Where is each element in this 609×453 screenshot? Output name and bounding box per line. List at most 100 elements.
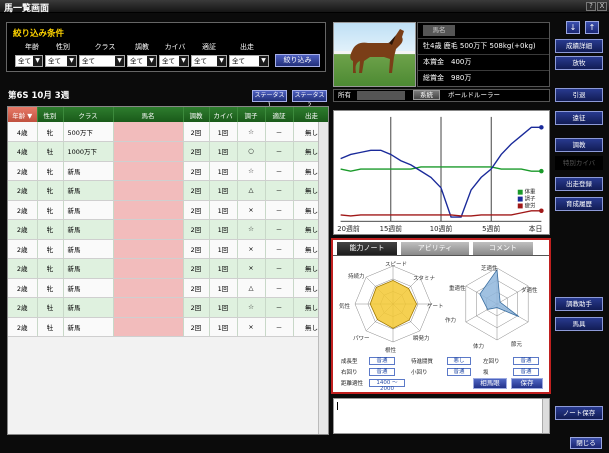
- sire-eye-button[interactable]: 相馬眼: [473, 378, 507, 389]
- table-cell-age: 2歳: [8, 239, 38, 259]
- arrow-down-icon[interactable]: ↓: [566, 21, 580, 34]
- table-cell-class: 新馬: [63, 219, 114, 240]
- tab-ability[interactable]: アビリティ: [401, 242, 469, 255]
- table-cell-class: 新馬: [63, 180, 114, 201]
- table-cell-age: 4歳: [8, 141, 38, 162]
- filter-select-entry[interactable]: 全て ▼: [229, 55, 269, 67]
- owner-row: 所有 系統 ボールドルーラー: [333, 89, 550, 102]
- table-row[interactable]: 2歳牝新馬 2回 1回 △ －無し: [8, 180, 328, 201]
- table-cell-feed: 1回: [209, 278, 238, 298]
- header-entry[interactable]: 出走: [293, 107, 328, 122]
- table-row[interactable]: 2歳牡新馬 2回 1回 ☆ －無し: [8, 297, 328, 318]
- radar1-label: 根性: [385, 348, 397, 354]
- table-row[interactable]: 2歳牡新馬 2回 1回 × －無し: [8, 317, 328, 337]
- tab-ability-note[interactable]: 能力ノート: [337, 242, 397, 255]
- trait-left-label: 左回り: [483, 359, 500, 365]
- table-cell-training: 2回: [183, 278, 210, 298]
- radar1-label: スピード: [385, 262, 408, 268]
- header-age[interactable]: 年齢 ▼: [8, 107, 38, 122]
- comment-input[interactable]: [333, 398, 550, 434]
- title-bar: 馬一覧画面 ? X: [0, 0, 609, 14]
- radar1-label: ゲート: [427, 304, 444, 310]
- save-note-button[interactable]: 保存: [511, 378, 543, 389]
- filter-label-age: 年齢: [25, 43, 39, 51]
- header-class[interactable]: クラス: [63, 107, 114, 122]
- table-cell-training: 2回: [183, 219, 210, 240]
- arrow-up-icon[interactable]: ↑: [585, 21, 599, 34]
- menu-race-entry[interactable]: 出走登録: [555, 177, 603, 191]
- filter-apply-button[interactable]: 絞り込み: [275, 54, 320, 67]
- menu-record-detail[interactable]: 成績詳細: [555, 39, 603, 53]
- chevron-down-icon: ▼: [67, 56, 76, 66]
- radar-value-area: [479, 268, 520, 317]
- comment-scrollbar[interactable]: [542, 399, 549, 433]
- table-row[interactable]: 2歳牝新馬 2回 1回 × －無し: [8, 258, 328, 279]
- radar2-label: 作力: [445, 318, 457, 324]
- table-cell-name: [113, 317, 184, 337]
- menu-expedition[interactable]: 遠征: [555, 111, 603, 125]
- menu-training[interactable]: 調教: [555, 138, 603, 152]
- menu-pasture[interactable]: 放牧: [555, 56, 603, 70]
- filter-label-feed: カイバ: [164, 43, 186, 51]
- header-feed[interactable]: カイバ: [209, 107, 238, 122]
- chevron-down-icon: ▼: [259, 56, 268, 66]
- header-sex[interactable]: 性別: [37, 107, 64, 122]
- table-row[interactable]: 2歳牝新馬 2回 1回 × －無し: [8, 239, 328, 259]
- table-cell-feed: 1回: [209, 141, 238, 162]
- table-row[interactable]: 2歳牝新馬 2回 1回 × －無し: [8, 200, 328, 220]
- header-name[interactable]: 馬名: [113, 107, 184, 122]
- status1-button[interactable]: ステータス1: [252, 90, 287, 109]
- table-cell-sex: 牡: [37, 297, 64, 318]
- chart-x-tick-label: 5週前: [482, 224, 500, 233]
- chart-series-endpoint: [539, 208, 544, 214]
- filter-select-training[interactable]: 全て ▼: [127, 55, 157, 67]
- header-training[interactable]: 調教: [183, 107, 210, 122]
- horse-table-panel: 年齢 ▼ 性別 クラス 馬名 調教 カイバ 調子 適証 出走 4歳牝 500万下 2…: [7, 106, 329, 435]
- close-button[interactable]: 閉じる: [570, 437, 602, 449]
- chart-legend-label: 調子: [525, 195, 536, 203]
- window-title: 馬一覧画面: [4, 4, 50, 14]
- status2-button[interactable]: ステータス2: [292, 90, 327, 109]
- table-cell-training: 2回: [183, 239, 210, 259]
- menu-training-history[interactable]: 育成履歴: [555, 197, 603, 211]
- table-row[interactable]: 4歳牡 1000万下 2回 1回 ○ －無し: [8, 141, 328, 162]
- filter-select-class[interactable]: 全て ▼: [79, 55, 125, 67]
- table-cell-training: 2回: [183, 122, 210, 142]
- trait-distance-label: 距離適性: [341, 381, 364, 387]
- menu-training-assistant[interactable]: 調教助手: [555, 297, 603, 311]
- tab-comment[interactable]: コメント: [473, 242, 533, 255]
- table-row[interactable]: 2歳牝新馬 2回 1回 ☆ －無し: [8, 161, 328, 181]
- filter-select-age[interactable]: 全て ▼: [15, 55, 43, 67]
- radar2-label: 重適性: [449, 286, 466, 292]
- table-cell-condition: ☆: [237, 161, 266, 181]
- filter-label-entry: 出走: [240, 43, 254, 51]
- menu-tack[interactable]: 馬具: [555, 317, 603, 331]
- horse-total-row: 総賞金 980万: [423, 74, 472, 82]
- horse-portrait: [333, 22, 416, 87]
- table-cell-sex: 牡: [37, 317, 64, 337]
- table-cell-class: 新馬: [63, 200, 114, 220]
- table-cell-feed: 1回: [209, 297, 238, 318]
- menu-retire[interactable]: 引退: [555, 88, 603, 102]
- window-close-button[interactable]: X: [597, 2, 607, 11]
- table-cell-name: [113, 297, 184, 318]
- table-scrollbar[interactable]: [318, 122, 328, 434]
- horse-name-label: 馬名: [423, 25, 455, 36]
- table-cell-sex: 牝: [37, 161, 64, 181]
- filter-select-feed[interactable]: 全て ▼: [159, 55, 189, 67]
- help-button[interactable]: ?: [586, 2, 596, 11]
- filter-label-training: 調教: [135, 43, 149, 51]
- horse-name-row: 馬名: [418, 23, 549, 39]
- condition-chart: 体重調子疲労 20週前 15週前 10週前 5週前 本日: [333, 110, 550, 235]
- table-header-row: 年齢 ▼ 性別 クラス 馬名 調教 カイバ 調子 適証 出走: [8, 107, 328, 122]
- filter-select-sex[interactable]: 全て ▼: [45, 55, 77, 67]
- table-row[interactable]: 2歳牝新馬 2回 1回 △ －無し: [8, 278, 328, 298]
- table-cell-condition: ☆: [237, 297, 266, 318]
- header-suitability[interactable]: 適証: [265, 107, 294, 122]
- table-row[interactable]: 4歳牝 500万下 2回 1回 ☆ －無し: [8, 122, 328, 142]
- filter-select-suitability[interactable]: 全て ▼: [191, 55, 227, 67]
- menu-save-note[interactable]: ノート保存: [555, 406, 603, 420]
- table-row[interactable]: 2歳牝新馬 2回 1回 ☆ －無し: [8, 219, 328, 240]
- header-condition[interactable]: 調子: [237, 107, 266, 122]
- ability-panel: 能力ノート アビリティ コメント スピード スタミナ ゲート 瞬発力 根性 パワ…: [331, 238, 551, 394]
